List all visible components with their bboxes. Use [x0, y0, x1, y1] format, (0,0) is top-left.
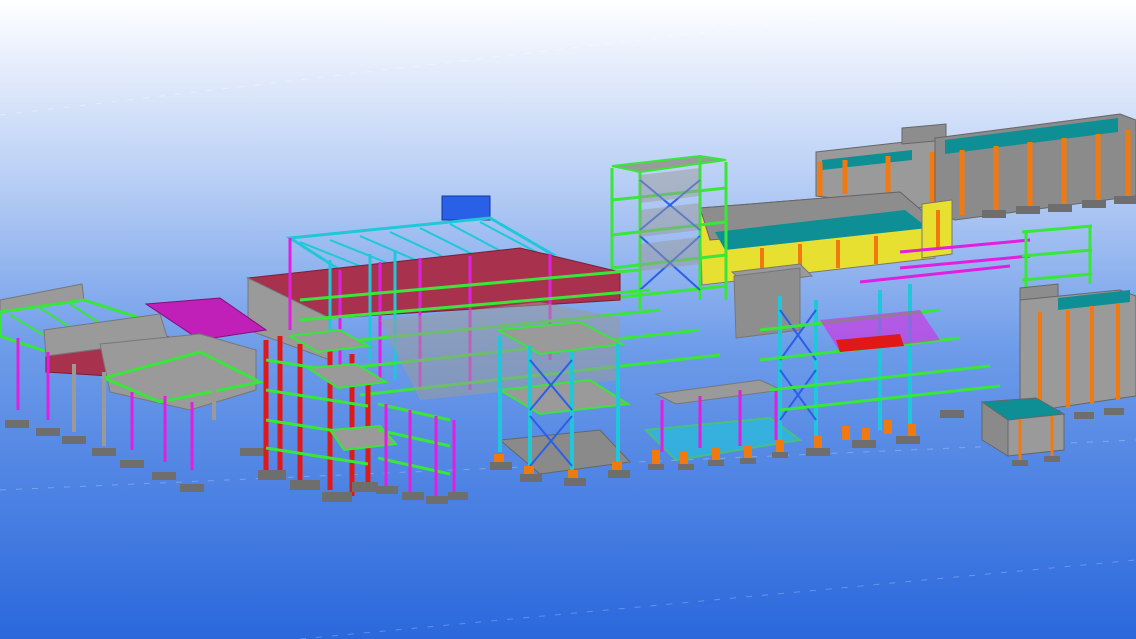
structural-model[interactable] — [0, 0, 1136, 639]
3d-model-viewport[interactable] — [0, 0, 1136, 639]
structure-small-green-frame[interactable] — [376, 402, 468, 504]
structure-low-platform[interactable] — [643, 379, 803, 470]
building-small-tank[interactable] — [980, 397, 1066, 466]
structure-left-wing[interactable] — [0, 283, 268, 492]
